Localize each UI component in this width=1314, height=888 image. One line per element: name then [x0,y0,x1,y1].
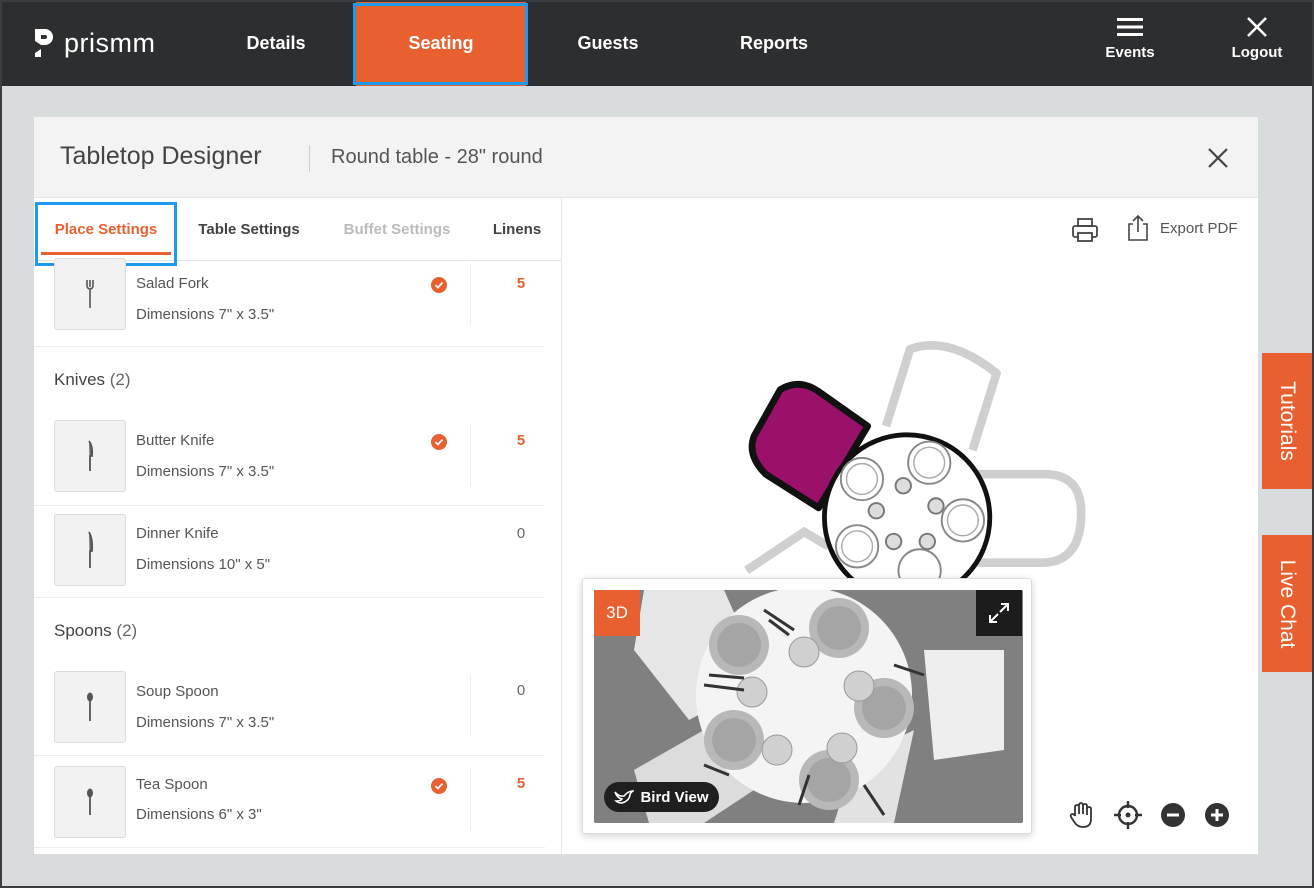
list-item-salad-fork: Salad Fork Dimensions 7" x 3.5" 5 [34,258,545,347]
top-nav-bar: prismm Details Seating Guests Reports Ev… [0,0,1314,86]
row-separator [470,675,471,737]
export-pdf-label: Export PDF [1160,219,1238,237]
chair-bottom-left[interactable] [744,526,831,574]
nav-reports[interactable]: Reports [703,0,845,86]
tab-buffet-settings[interactable]: Buffet Settings [332,198,462,261]
selected-check-icon[interactable] [431,277,447,293]
3d-badge[interactable]: 3D [594,590,640,636]
row-separator [470,263,471,325]
item-dimensions: Dimensions 10" x 5" [136,556,271,573]
item-dimensions: Dimensions 7" x 3.5" [136,463,275,480]
tutorials-tab[interactable]: Tutorials [1262,353,1312,489]
section-spoons: Spoons (2) [54,621,137,641]
item-dimensions: Dimensions 6" x 3" [136,806,262,823]
print-icon[interactable] [1070,215,1100,245]
bird-icon [614,790,635,804]
settings-tabs: Place Settings Table Settings Buffet Set… [34,198,561,266]
section-spoons-label: Spoons [54,621,112,640]
prismm-logo-icon [35,29,53,57]
zoom-in-icon[interactable] [1202,800,1232,830]
list-item-dinner-knife: Dinner Knife Dimensions 10" x 5" 0 [34,506,545,598]
prismm-logo[interactable]: prismm [32,27,156,59]
item-name: Tea Spoon [136,776,208,793]
list-item-tea-spoon: Tea Spoon Dimensions 6" x 3" 5 [34,756,545,848]
share-export-icon [1128,214,1148,241]
item-quantity[interactable]: 5 [486,775,556,792]
row-separator [470,768,471,830]
butter-knife-thumbnail[interactable] [54,420,126,492]
knife-icon [88,531,94,568]
tab-table-settings[interactable]: Table Settings [184,198,314,261]
bird-view-label: Bird View [640,788,709,806]
item-quantity[interactable]: 0 [486,682,556,699]
spoon-icon [87,692,93,721]
item-dimensions: Dimensions 7" x 3.5" [136,306,275,323]
section-knives: Knives (2) [54,370,131,390]
nav-seating[interactable]: Seating [356,0,526,86]
table-layout-canvas[interactable] [700,330,1120,580]
section-knives-count: (2) [109,370,131,389]
expand-button[interactable] [976,590,1022,636]
item-dimensions: Dimensions 7" x 3.5" [136,714,275,731]
item-name: Salad Fork [136,275,209,292]
events-button[interactable]: Events [1085,16,1175,76]
selected-check-icon[interactable] [431,434,447,450]
panel-subtitle: Round table - 28" round [331,146,543,168]
recenter-target-icon[interactable] [1113,800,1143,830]
tab-linens[interactable]: Linens [482,198,552,261]
panel-header: Tabletop Designer Round table - 28" roun… [34,117,1258,198]
knife-icon [88,440,94,471]
item-name: Butter Knife [136,432,215,449]
logout-label: Logout [1231,44,1283,61]
panel-title: Tabletop Designer [60,142,262,170]
place-settings-column: Place Settings Table Settings Buffet Set… [34,198,562,854]
close-panel-icon[interactable] [1203,143,1233,173]
expand-icon [989,603,1009,623]
section-knives-label: Knives [54,370,106,389]
hamburger-menu-icon [1117,18,1143,36]
row-separator [470,424,471,486]
active-tab-underline [41,252,171,255]
item-name: Dinner Knife [136,525,219,542]
live-chat-tab[interactable]: Live Chat [1262,535,1312,672]
round-table[interactable] [822,432,993,580]
zoom-out-icon[interactable] [1158,800,1188,830]
soup-spoon-thumbnail[interactable] [54,671,126,743]
item-name: Soup Spoon [136,683,219,700]
header-divider [309,145,310,172]
spoon-icon [87,788,93,815]
selected-check-icon[interactable] [431,778,447,794]
item-quantity[interactable]: 5 [486,432,556,449]
item-quantity[interactable]: 0 [486,525,556,542]
tutorials-label: Tutorials [1276,381,1299,461]
fork-icon [86,280,94,308]
nav-guests[interactable]: Guests [537,0,679,86]
nav-details[interactable]: Details [205,0,347,86]
section-spoons-count: (2) [116,621,138,640]
close-x-icon [1247,17,1267,37]
logout-button[interactable]: Logout [1212,16,1302,76]
bird-view-button[interactable]: Bird View [604,782,719,812]
pan-hand-icon[interactable] [1066,800,1096,830]
dinner-knife-thumbnail[interactable] [54,514,126,586]
live-chat-label: Live Chat [1276,559,1299,648]
salad-fork-thumbnail[interactable] [54,258,126,330]
item-quantity[interactable]: 5 [486,275,556,292]
logo-text: prismm [64,27,156,58]
list-item-soup-spoon: Soup Spoon Dimensions 7" x 3.5" 0 [34,663,545,756]
events-label: Events [1105,44,1155,61]
chair-right[interactable] [977,469,1086,568]
list-item-butter-knife: Butter Knife Dimensions 7" x 3.5" 5 [34,412,545,506]
tea-spoon-thumbnail[interactable] [54,766,126,838]
export-pdf-button[interactable]: Export PDF [1126,214,1238,242]
